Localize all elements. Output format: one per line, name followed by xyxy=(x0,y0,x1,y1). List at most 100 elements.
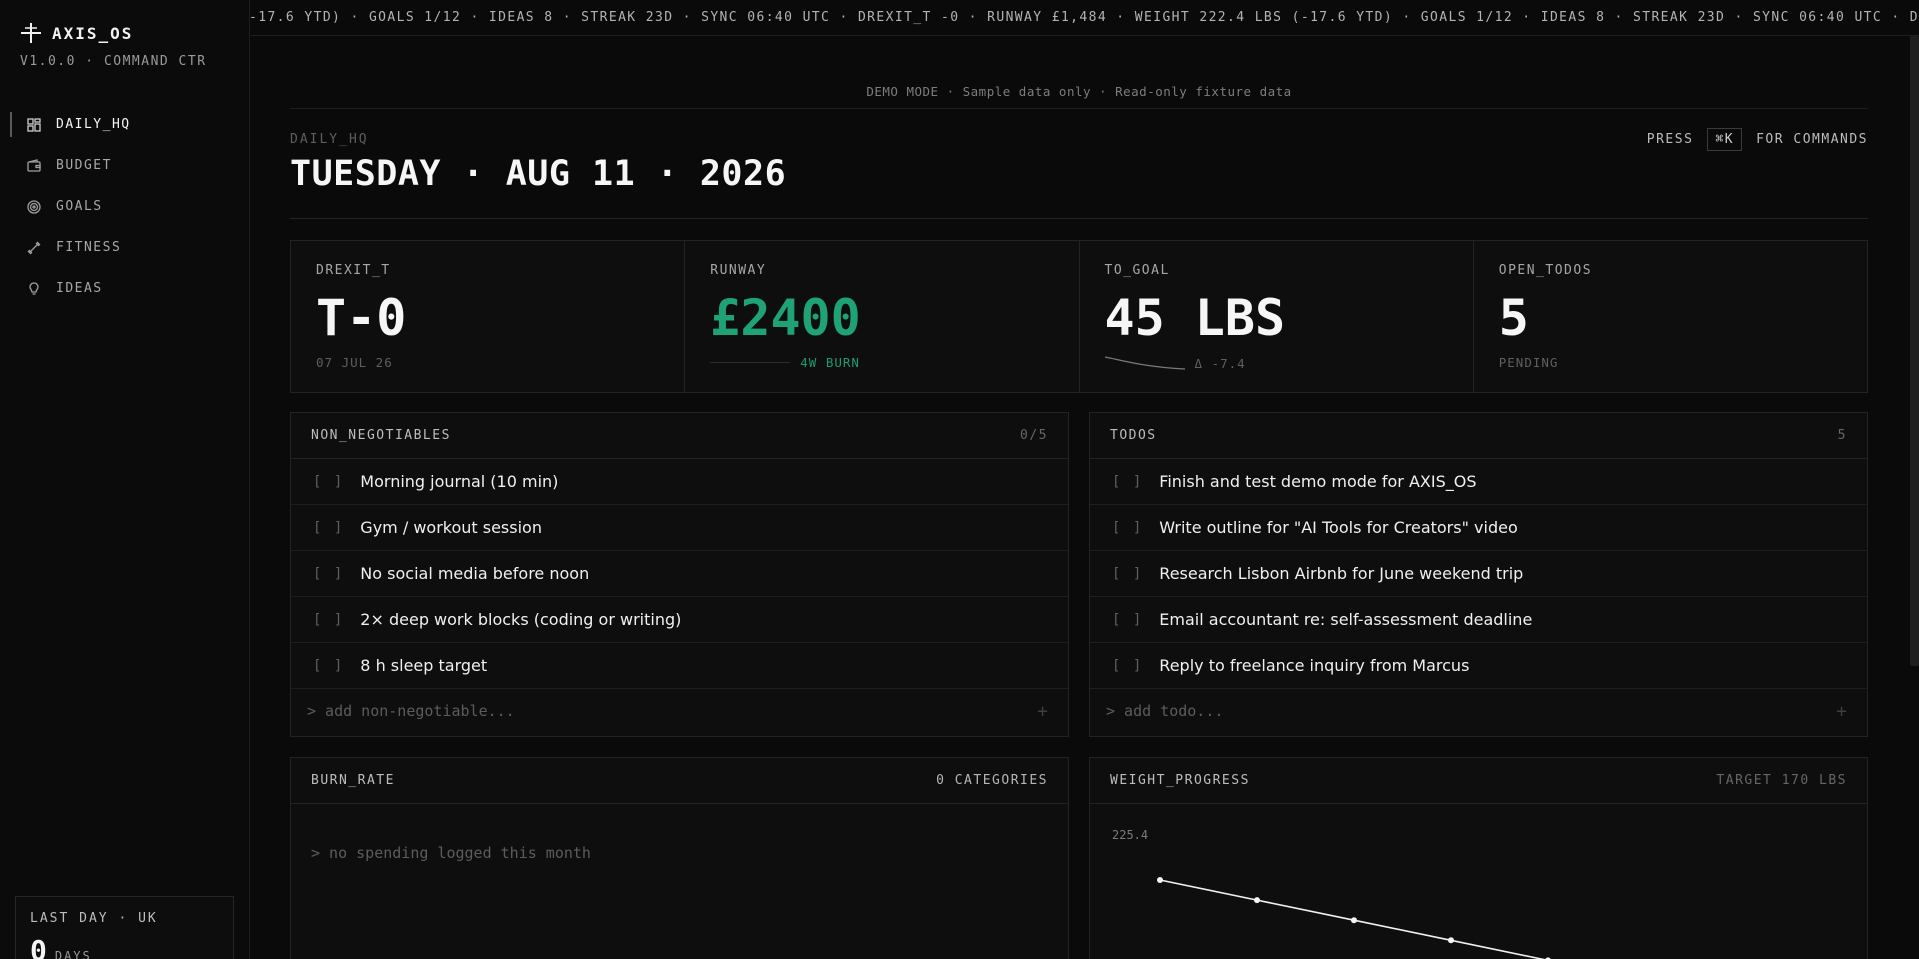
sidebar-item-budget[interactable]: BUDGET xyxy=(0,145,250,186)
weight-series-line xyxy=(1159,879,1546,959)
stat-sub-row: Δ -7.4 xyxy=(1104,355,1246,371)
panel-count: 0/5 xyxy=(1020,428,1048,443)
app-root: AXIS_OS V1.0.0 · COMMAND CTR DAILY_HQ BU… xyxy=(0,0,1919,959)
weight-point[interactable] xyxy=(1351,917,1357,924)
status-ticker: -17.6 YTD) · GOALS 1/12 · IDEAS 8 · STRE… xyxy=(251,0,1919,36)
plus-icon[interactable]: + xyxy=(1037,701,1048,722)
stat-value: 5 xyxy=(1498,289,1529,347)
checkbox[interactable]: [ ] xyxy=(1112,566,1143,582)
divider xyxy=(290,108,1868,109)
stats-strip: DREXIT_T T-0 07 JUL 26 RUNWAY £2400 4W B… xyxy=(290,240,1868,393)
item-text: Research Lisbon Airbnb for June weekend … xyxy=(1159,564,1524,583)
panel-title: BURN_RATE xyxy=(311,773,395,788)
weight-sparkline xyxy=(1104,356,1185,370)
last-day-value: 0 xyxy=(30,934,47,959)
checkbox[interactable]: [ ] xyxy=(1112,658,1143,674)
last-day-widget: LAST DAY · UK 0 DAYS xyxy=(15,896,234,959)
plus-icon[interactable]: + xyxy=(1836,701,1847,722)
panel-title: WEIGHT_PROGRESS xyxy=(1110,773,1250,788)
stat-open-todos: OPEN_TODOS 5 PENDING xyxy=(1474,241,1867,392)
item-text: Write outline for "AI Tools for Creators… xyxy=(1159,518,1518,537)
checkbox[interactable]: [ ] xyxy=(313,520,344,536)
stat-sub: 07 JUL 26 xyxy=(316,355,393,370)
panel-title: TODOS xyxy=(1110,428,1157,443)
panel-header: TODOS 5 xyxy=(1090,413,1867,459)
checkbox[interactable]: [ ] xyxy=(1112,520,1143,536)
list-item[interactable]: [ ] Gym / workout session xyxy=(291,505,1068,551)
stat-value: 45 LBS xyxy=(1104,289,1286,347)
command-shortcut-key[interactable]: ⌘K xyxy=(1707,128,1743,151)
stat-drexit: DREXIT_T T-0 07 JUL 26 xyxy=(291,241,686,392)
panel-target: TARGET 170 LBS xyxy=(1716,773,1847,788)
stat-sub: 4W BURN xyxy=(800,355,860,370)
list-item[interactable]: [ ] Reply to freelance inquiry from Marc… xyxy=(1090,643,1867,689)
burn-sparkline xyxy=(710,362,791,363)
axis-logo-icon xyxy=(21,23,41,43)
weight-point[interactable] xyxy=(1448,937,1454,944)
list-item[interactable]: [ ] Research Lisbon Airbnb for June week… xyxy=(1090,551,1867,597)
sidebar-item-label: GOALS xyxy=(56,199,103,214)
panel-count: 5 xyxy=(1837,428,1847,443)
todos-panel: TODOS 5 [ ] Finish and test demo mode fo… xyxy=(1089,412,1868,737)
add-input-placeholder: > add todo... xyxy=(1106,702,1224,720)
sidebar-item-goals[interactable]: GOALS xyxy=(0,186,250,227)
add-todo-input[interactable]: > add todo... + xyxy=(1090,689,1867,733)
target-icon xyxy=(26,199,42,215)
brand[interactable]: AXIS_OS V1.0.0 · COMMAND CTR xyxy=(20,22,207,69)
list-item[interactable]: [ ] No social media before noon xyxy=(291,551,1068,597)
list-item[interactable]: [ ] Email accountant re: self-assessment… xyxy=(1090,597,1867,643)
non-negotiables-panel: NON_NEGOTIABLES 0/5 [ ] Morning journal … xyxy=(290,412,1069,737)
list-item[interactable]: [ ] 8 h sleep target xyxy=(291,643,1068,689)
dashboard-icon xyxy=(26,117,42,133)
dumbbell-icon xyxy=(26,240,42,256)
weight-point[interactable] xyxy=(1157,877,1163,883)
item-text: Reply to freelance inquiry from Marcus xyxy=(1159,656,1470,675)
item-text: Finish and test demo mode for AXIS_OS xyxy=(1159,472,1477,491)
divider xyxy=(290,218,1868,219)
item-text: Morning journal (10 min) xyxy=(360,472,559,491)
weight-chart xyxy=(1157,877,1551,959)
sidebar-item-label: IDEAS xyxy=(56,281,103,296)
stat-label: TO_GOAL xyxy=(1104,263,1170,278)
stat-sub-row: 4W BURN xyxy=(710,355,860,370)
demo-banner: DEMO MODE · Sample data only · Read-only… xyxy=(866,84,1292,99)
weight-point[interactable] xyxy=(1254,897,1260,904)
checkbox[interactable]: [ ] xyxy=(313,474,344,490)
sidebar-item-daily-hq[interactable]: DAILY_HQ xyxy=(0,104,250,145)
empty-state: > no spending logged this month xyxy=(311,844,591,862)
sidebar-item-ideas[interactable]: IDEAS xyxy=(0,268,250,309)
sidebar-item-label: DAILY_HQ xyxy=(56,117,131,132)
command-press-label: PRESS xyxy=(1646,132,1694,147)
item-text: Email accountant re: self-assessment dea… xyxy=(1159,610,1533,629)
burn-rate-panel: BURN_RATE 0 CATEGORIES > no spending log… xyxy=(290,757,1069,959)
checkbox[interactable]: [ ] xyxy=(1112,612,1143,628)
item-text: 8 h sleep target xyxy=(360,656,488,675)
item-text: 2× deep work blocks (coding or writing) xyxy=(360,610,682,629)
stat-value: T-0 xyxy=(316,289,407,347)
last-day-label: LAST DAY · UK xyxy=(30,911,158,926)
checkbox[interactable]: [ ] xyxy=(1112,474,1143,490)
checkbox[interactable]: [ ] xyxy=(313,612,344,628)
add-non-negotiable-input[interactable]: > add non-negotiable... + xyxy=(291,689,1068,733)
checkbox[interactable]: [ ] xyxy=(313,566,344,582)
panel-header: WEIGHT_PROGRESS TARGET 170 LBS xyxy=(1090,758,1867,804)
stat-runway: RUNWAY £2400 4W BURN xyxy=(685,241,1080,392)
wallet-icon xyxy=(26,158,42,174)
stat-sub: PENDING xyxy=(1498,355,1559,370)
page-kicker: DAILY_HQ xyxy=(290,132,369,147)
checkbox[interactable]: [ ] xyxy=(313,658,344,674)
weight-progress-panel: WEIGHT_PROGRESS TARGET 170 LBS 225.4 xyxy=(1089,757,1868,959)
item-text: No social media before noon xyxy=(360,564,590,583)
command-hint[interactable]: PRESS ⌘K FOR COMMANDS xyxy=(1647,128,1868,151)
stat-value: £2400 xyxy=(710,289,861,347)
add-input-placeholder: > add non-negotiable... xyxy=(307,702,515,720)
list-item[interactable]: [ ] Morning journal (10 min) xyxy=(291,459,1068,505)
list-item[interactable]: [ ] Write outline for "AI Tools for Crea… xyxy=(1090,505,1867,551)
panel-header: NON_NEGOTIABLES 0/5 xyxy=(291,413,1068,459)
scrollbar[interactable] xyxy=(1910,36,1919,666)
list-item[interactable]: [ ] Finish and test demo mode for AXIS_O… xyxy=(1090,459,1867,505)
sidebar-item-label: FITNESS xyxy=(56,240,122,255)
item-text: Gym / workout session xyxy=(360,518,542,537)
list-item[interactable]: [ ] 2× deep work blocks (coding or writi… xyxy=(291,597,1068,643)
sidebar-item-fitness[interactable]: FITNESS xyxy=(0,227,250,268)
